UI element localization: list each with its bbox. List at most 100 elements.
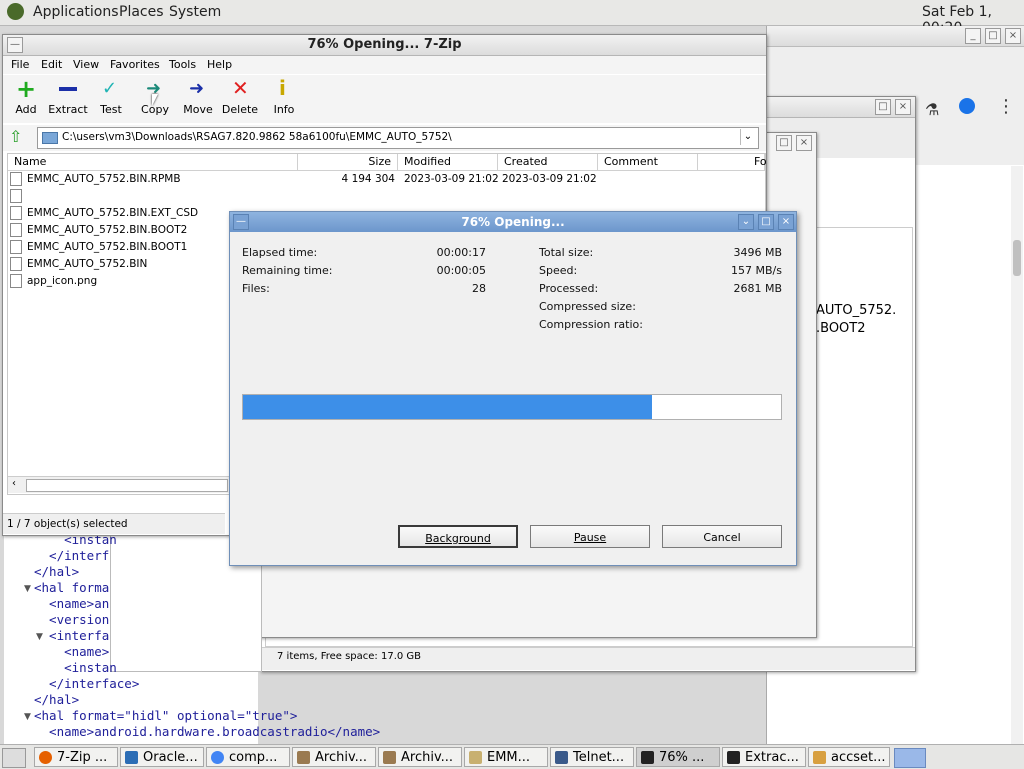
taskbar-item-progress[interactable]: 76% ... (636, 747, 720, 767)
folder-icon (42, 132, 58, 144)
browser-close-button[interactable]: × (1005, 28, 1021, 44)
menu-view[interactable]: View (73, 58, 99, 71)
compressed-size-label: Compressed size: (539, 300, 636, 313)
taskbar-item-oracle[interactable]: Oracle... (120, 747, 204, 767)
menu-edit[interactable]: Edit (41, 58, 62, 71)
workspace-switcher[interactable] (894, 748, 926, 768)
scroll-thumb[interactable] (26, 479, 228, 492)
menu-favorites[interactable]: Favorites (110, 58, 160, 71)
file-icon (10, 240, 22, 254)
applications-menu[interactable]: Applications (33, 4, 119, 20)
sevenzip-window-menu-icon[interactable]: — (7, 37, 23, 53)
code-line: <instan (34, 660, 117, 675)
code-line: <version (34, 612, 110, 627)
up-folder-icon[interactable]: ⇧ (9, 127, 22, 146)
test-button[interactable]: ✓ Test (88, 78, 134, 118)
extract-button[interactable]: Extract (45, 78, 91, 118)
taskbar-item-archiv-2[interactable]: Archiv... (378, 747, 462, 767)
dialog-chevron-down-icon[interactable]: ⌄ (738, 214, 754, 230)
fold-triangle-icon[interactable]: ▼ (24, 584, 31, 594)
archive-icon (297, 751, 310, 764)
add-button[interactable]: + Add (3, 75, 49, 118)
show-desktop-icon[interactable] (2, 748, 26, 768)
remaining-label: Remaining time: (242, 264, 333, 277)
sevenzip-status-bar: 1 / 7 object(s) selected (3, 513, 225, 534)
sevenzip-toolbar: + Add Extract ✓ Test ➜ Copy ➜ Move ✕ Del… (3, 75, 766, 123)
horizontal-scrollbar[interactable]: ‹ (8, 476, 230, 493)
back2-text-2: .BOOT2 (816, 321, 866, 336)
table-row[interactable]: EMMC_AUTO_5752.BIN.RPMB 4 194 304 2023-0… (10, 171, 610, 188)
back2-close-button[interactable]: × (895, 99, 911, 115)
files-label: Files: (242, 282, 270, 295)
account-icon[interactable] (959, 98, 975, 114)
menu-help[interactable]: Help (207, 58, 232, 71)
column-created[interactable]: Created (498, 154, 598, 170)
dialog-close-button[interactable]: × (778, 214, 794, 230)
move-button[interactable]: ➜ Move (175, 78, 221, 118)
extract-icon (59, 87, 77, 91)
back2-maximize-button[interactable]: □ (875, 99, 891, 115)
info-button[interactable]: i Info (261, 76, 307, 118)
places-menu[interactable]: Places (119, 4, 164, 20)
background-button[interactable]: Background (398, 525, 518, 548)
status-text: 1 / 7 object(s) selected (7, 518, 128, 530)
back3-maximize-button[interactable]: □ (776, 135, 792, 151)
back2-status-text: 7 items, Free space: 17.0 GB (277, 651, 422, 662)
column-size[interactable]: Size (298, 154, 398, 170)
progress-bar (242, 394, 782, 420)
compression-ratio-label: Compression ratio: (539, 318, 643, 331)
taskbar-item-7zip[interactable]: 7-Zip ... (34, 747, 118, 767)
terminal-icon (555, 751, 568, 764)
flask-icon[interactable]: ⚗ (925, 100, 939, 119)
cancel-button[interactable]: Cancel (662, 525, 782, 548)
code-line: <name> (34, 644, 110, 659)
remaining-value: 00:00:05 (436, 264, 486, 277)
pause-button[interactable]: Pause (530, 525, 650, 548)
code-line: </hal> (34, 692, 80, 707)
browser-scrollbar[interactable] (1011, 166, 1023, 766)
taskbar-item-emm[interactable]: EMM... (464, 747, 548, 767)
menu-tools[interactable]: Tools (169, 58, 196, 71)
chevron-down-icon[interactable]: ⌄ (740, 129, 755, 145)
file-icon (10, 189, 22, 203)
speed-label: Speed: (539, 264, 578, 277)
browser-minimize-button[interactable]: _ (965, 28, 981, 44)
scroll-left-icon[interactable]: ‹ (12, 478, 16, 489)
path-input[interactable]: C:\users\vm3\Downloads\RSAG7.820.9862 58… (37, 127, 759, 149)
add-icon: + (16, 75, 37, 103)
taskbar-item-accset[interactable]: accset... (808, 747, 890, 767)
distro-logo-icon[interactable] (7, 3, 24, 20)
taskbar-item-extrac[interactable]: Extrac... (722, 747, 806, 767)
taskbar-item-archiv-1[interactable]: Archiv... (292, 747, 376, 767)
path-bar: ⇧ C:\users\vm3\Downloads\RSAG7.820.9862 … (3, 125, 766, 151)
dialog-maximize-button[interactable]: □ (758, 214, 774, 230)
7zip-icon (641, 751, 654, 764)
menu-kebab-icon[interactable]: ⋮ (997, 96, 1015, 117)
taskbar-item-comp[interactable]: comp... (206, 747, 290, 767)
code-line: </interface> (34, 676, 140, 691)
7zip-icon (727, 751, 740, 764)
column-comment[interactable]: Comment (598, 154, 698, 170)
back3-close-button[interactable]: × (796, 135, 812, 151)
info-icon: i (279, 76, 286, 100)
table-row[interactable] (10, 188, 610, 205)
dialog-window-menu-icon[interactable]: — (233, 214, 249, 230)
menu-file[interactable]: File (11, 58, 29, 71)
code-line: <interfa (34, 628, 110, 643)
progress-dialog-titlebar[interactable]: 76% Opening... (230, 212, 796, 232)
taskbar-item-telnet[interactable]: Telnet... (550, 747, 634, 767)
sevenzip-menubar: File Edit View Favorites Tools Help (3, 56, 766, 74)
sevenzip-titlebar[interactable]: 76% Opening... 7-Zip (3, 35, 766, 56)
elapsed-label: Elapsed time: (242, 246, 318, 259)
taskbar: 7-Zip ... Oracle... comp... Archiv... Ar… (0, 744, 1024, 769)
system-menu[interactable]: System (169, 4, 221, 20)
browser-scroll-thumb[interactable] (1013, 240, 1021, 276)
column-folders[interactable]: Fo (748, 154, 767, 170)
column-modified[interactable]: Modified (398, 154, 498, 170)
browser-maximize-button[interactable]: □ (985, 28, 1001, 44)
delete-button[interactable]: ✕ Delete (217, 76, 263, 118)
mouse-pointer-icon (152, 94, 158, 106)
file-list-header: Name Size Modified Created Comment Fo (8, 154, 767, 171)
fold-triangle-icon[interactable]: ▼ (24, 712, 31, 722)
column-name[interactable]: Name (8, 154, 298, 170)
